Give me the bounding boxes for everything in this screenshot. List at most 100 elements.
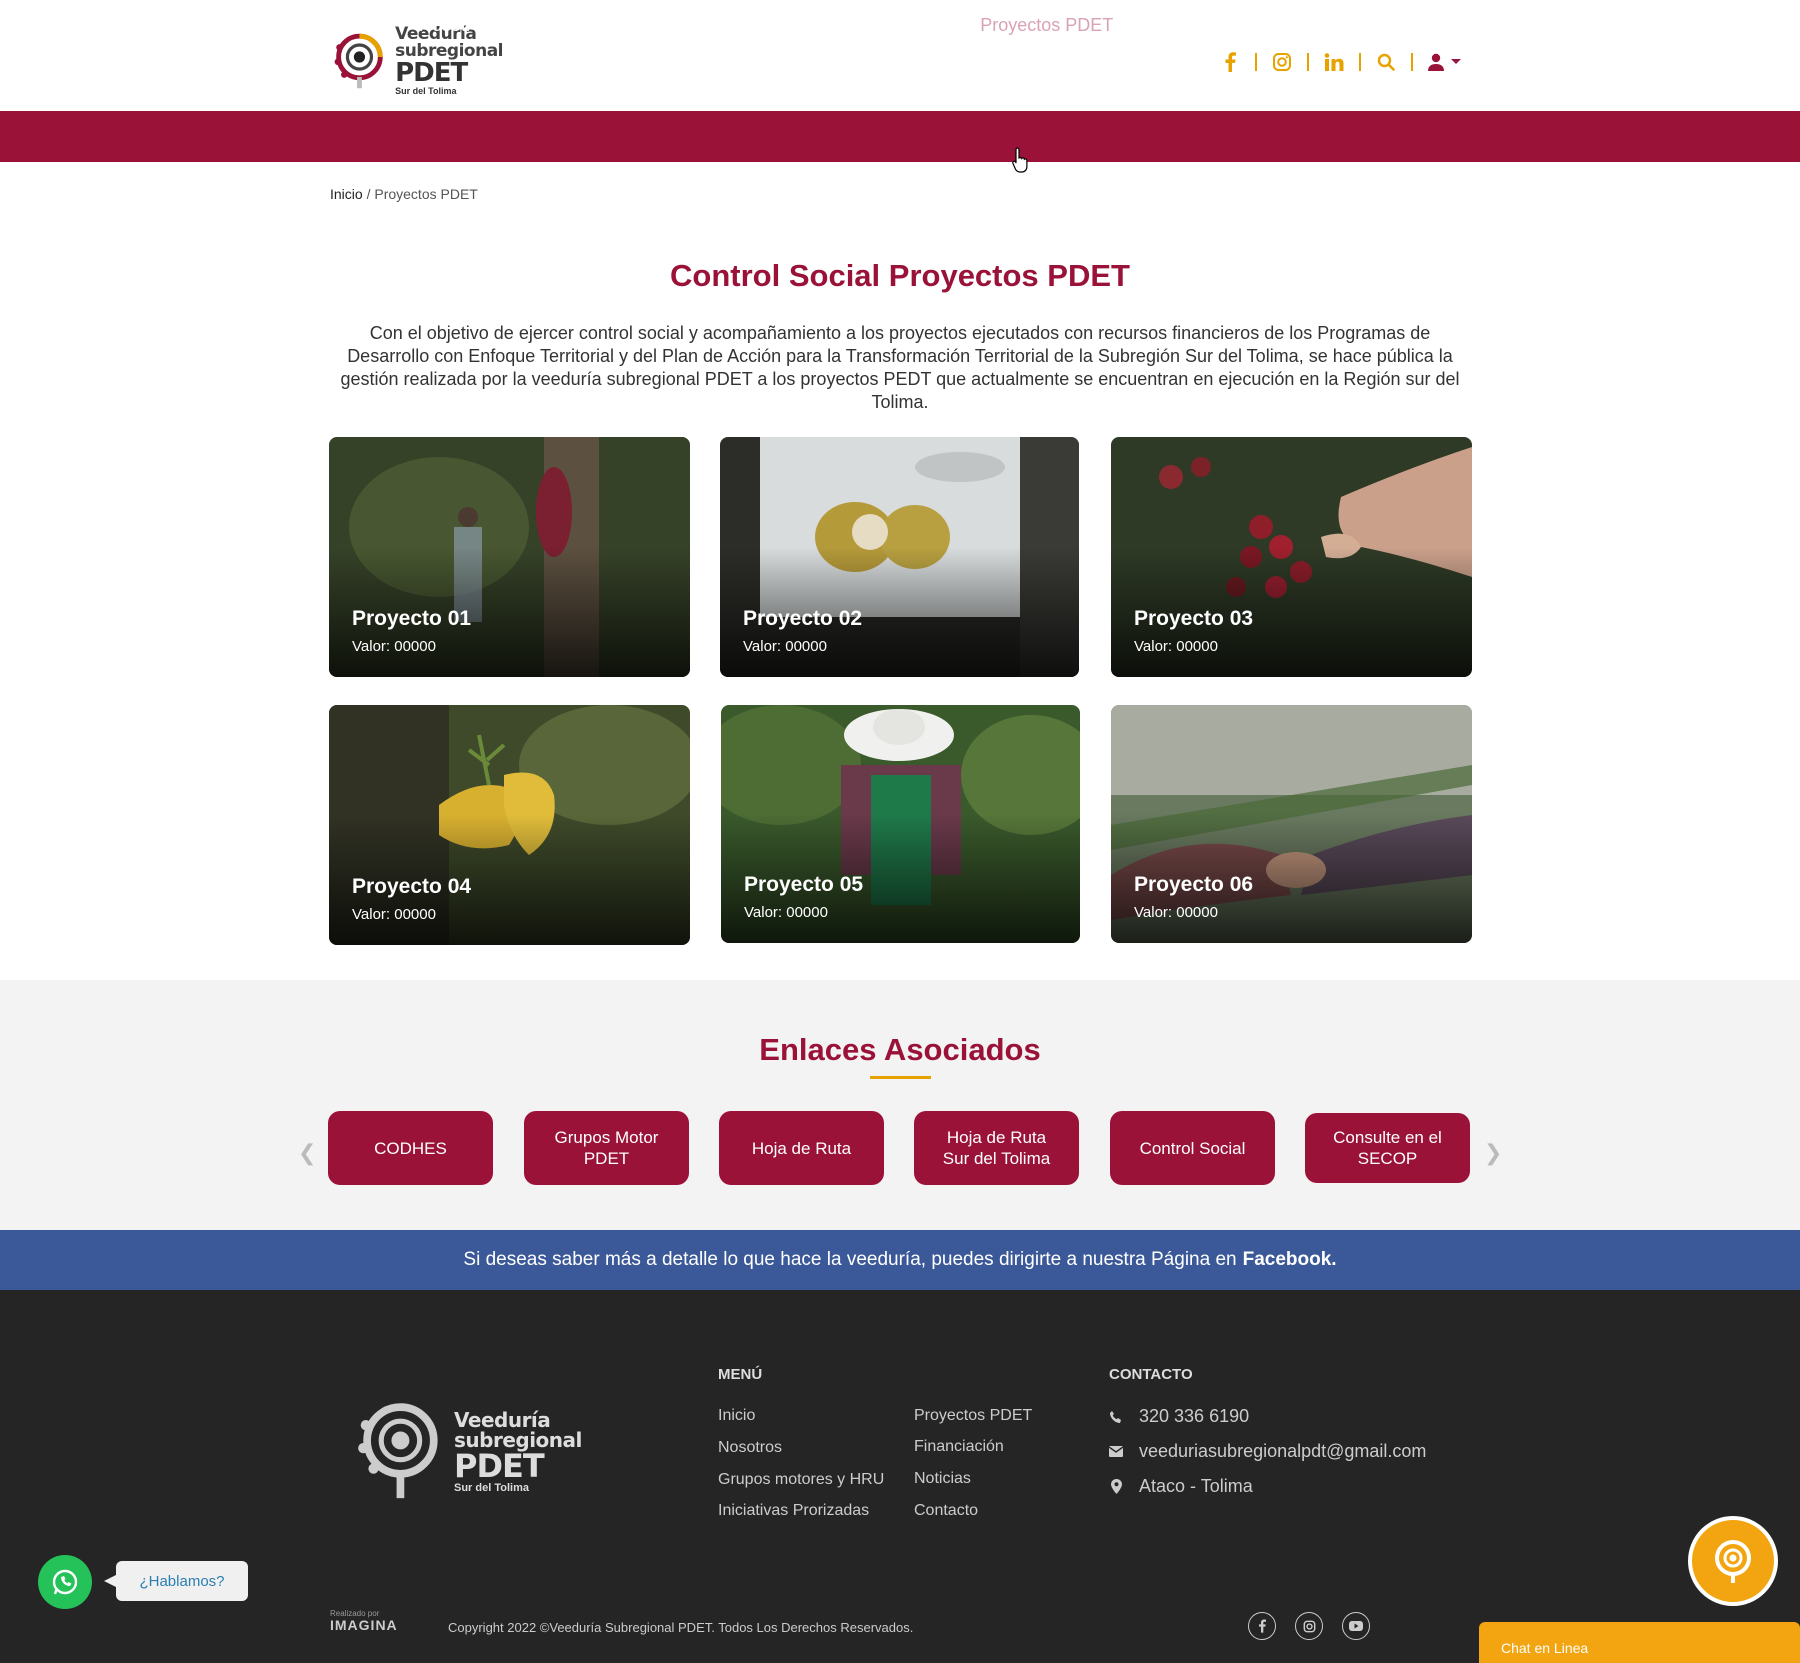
contact-email-text: veeduriasubregionalpdt@gmail.com [1139, 1441, 1427, 1461]
header-separator [1411, 53, 1413, 71]
breadcrumb-separator: / [366, 186, 371, 202]
footer-link-grupos-motores[interactable]: Grupos motores y HRU [718, 1471, 884, 1489]
footer-link-iniciativas[interactable]: Iniciativas Prorizadas [718, 1502, 869, 1520]
footer-link-noticias[interactable]: Noticias [914, 1470, 971, 1488]
site-footer: Veeduría subregional PDET Sur del Tolima… [0, 1290, 1800, 1663]
intro-paragraph: Con el objetivo de ejercer control socia… [340, 323, 1460, 412]
whatsapp-button[interactable] [38, 1555, 92, 1609]
project-value: Valor: 00000 [1134, 904, 1218, 921]
copyright: Copyright 2022 ©Veeduría Subregional PDE… [448, 1620, 914, 1635]
user-menu[interactable] [1423, 48, 1467, 76]
header-separator [1359, 53, 1361, 71]
footer-link-contacto[interactable]: Contacto [914, 1502, 978, 1520]
project-card[interactable]: Proyecto 01 Valor: 00000 [329, 437, 690, 677]
breadcrumb-current: Proyectos PDET [374, 186, 478, 202]
link-grupos-motor[interactable]: Grupos Motor PDET [524, 1111, 689, 1185]
facebook-banner: Si deseas saber más a detalle lo que hac… [0, 1230, 1800, 1290]
footer-link-nosotros[interactable]: Nosotros [718, 1439, 782, 1457]
map-pin-icon [1108, 1479, 1124, 1494]
project-card[interactable]: Proyecto 02 Valor: 00000 [720, 437, 1079, 677]
project-card[interactable]: Proyecto 04 Valor: 00000 [329, 705, 690, 945]
footer-menu-heading: MENÚ [718, 1366, 763, 1383]
facebook-banner-text: Si deseas saber más a detalle lo que hac… [463, 1249, 1237, 1270]
chat-online-bar[interactable]: Chat en Linea [1479, 1622, 1800, 1663]
search-icon[interactable] [1371, 48, 1401, 76]
footer-link-proyectos[interactable]: Proyectos PDET [914, 1407, 1032, 1425]
whatsapp-icon [52, 1569, 78, 1595]
facebook-link[interactable]: Facebook. [1243, 1249, 1337, 1271]
header-separator [1307, 53, 1309, 71]
nav-item-iniciativas[interactable]: Iniciativas Prorizadas [766, 15, 936, 36]
footer-instagram-icon[interactable] [1295, 1612, 1323, 1640]
project-card[interactable]: Proyecto 03 Valor: 00000 [1111, 437, 1472, 677]
linkedin-icon[interactable] [1319, 48, 1349, 76]
project-title: Proyecto 05 [744, 873, 864, 896]
logo-line4: Sur del Tolima [395, 86, 457, 96]
contact-location-text: Ataco - Tolima [1139, 1476, 1253, 1496]
link-hoja-de-ruta[interactable]: Hoja de Ruta [719, 1111, 884, 1185]
nav-item-nosotros[interactable]: Nosotros [419, 15, 491, 36]
enlaces-section: Enlaces Asociados ❮ CODHES Grupos Motor … [0, 980, 1800, 1230]
footer-contact-heading: CONTACTO [1109, 1366, 1193, 1383]
project-value: Valor: 00000 [743, 638, 827, 655]
link-hoja-de-ruta-sur[interactable]: Hoja de Ruta Sur del Tolima [914, 1111, 1079, 1185]
link-secop[interactable]: Consulte en el SECOP [1305, 1113, 1470, 1183]
project-title: Proyecto 01 [352, 607, 472, 630]
carousel-prev-icon[interactable]: ❮ [298, 1140, 316, 1166]
facebook-icon[interactable] [1215, 48, 1245, 76]
chatbot-logo-icon [1715, 1540, 1751, 1583]
link-codhes[interactable]: CODHES [328, 1111, 493, 1185]
whatsapp-bubble[interactable]: ¿Hablamos? [104, 1561, 248, 1601]
project-value: Valor: 00000 [352, 638, 436, 655]
project-value: Valor: 00000 [1134, 638, 1218, 655]
user-icon [1428, 53, 1444, 71]
nav-item-noticias[interactable]: Noticias [1302, 15, 1366, 36]
logo-line1: Veeduría [454, 1408, 551, 1432]
project-value: Valor: 00000 [744, 904, 828, 921]
link-control-social[interactable]: Control Social [1110, 1111, 1275, 1185]
contact-phone[interactable]: 320 336 6190 [1108, 1406, 1249, 1427]
logo-line3: PDET [454, 1447, 545, 1485]
contact-phone-text: 320 336 6190 [1139, 1406, 1250, 1426]
nav-item-grupos-motores[interactable]: Grupos motores y HRU [535, 15, 722, 36]
footer-link-financiacion[interactable]: Financiación [914, 1438, 1004, 1456]
main-nav: Inicio Nosotros Grupos motores y HRU Ini… [0, 15, 1800, 162]
logo-eye-icon [358, 1403, 438, 1499]
enlaces-title: Enlaces Asociados [759, 1032, 1041, 1067]
footer-facebook-icon[interactable] [1248, 1612, 1276, 1640]
project-value: Valor: 00000 [352, 906, 436, 923]
project-title: Proyecto 03 [1134, 607, 1254, 630]
footer-logo[interactable]: Veeduría subregional PDET Sur del Tolima [358, 1402, 582, 1502]
carousel-next-icon[interactable]: ❯ [1484, 1140, 1502, 1166]
project-title: Proyecto 04 [352, 875, 472, 898]
breadcrumb: Inicio / Proyectos PDET [330, 186, 478, 202]
footer-youtube-icon[interactable] [1342, 1612, 1370, 1640]
title-underline [870, 1076, 931, 1079]
made-by-brand: IMAGINA [330, 1617, 398, 1633]
instagram-icon[interactable] [1267, 48, 1297, 76]
footer-logo-text: Veeduría subregional PDET Sur del Tolima [454, 1410, 582, 1494]
nav-item-inicio[interactable]: Inicio [333, 15, 375, 36]
project-title: Proyecto 02 [743, 607, 863, 630]
logo-line4: Sur del Tolima [454, 1482, 529, 1494]
contact-location: Ataco - Tolima [1108, 1476, 1253, 1497]
footer-link-inicio[interactable]: Inicio [718, 1407, 755, 1425]
envelope-icon [1108, 1446, 1124, 1457]
made-by[interactable]: Realizado por IMAGINA [330, 1610, 398, 1633]
nav-item-contacto[interactable]: Contacto [1410, 15, 1482, 36]
project-card[interactable]: Proyecto 05 Valor: 00000 [721, 705, 1080, 943]
chatbot-button[interactable] [1688, 1516, 1778, 1606]
project-card[interactable]: Proyecto 06 Valor: 00000 [1111, 705, 1472, 943]
breadcrumb-home[interactable]: Inicio [330, 186, 363, 202]
project-title: Proyecto 06 [1134, 873, 1254, 896]
nav-item-financiacion[interactable]: Financiación [1157, 15, 1258, 36]
page-title: Control Social Proyectos PDET [670, 258, 1130, 293]
header-social-links [1215, 48, 1467, 76]
chevron-down-icon [1451, 59, 1461, 64]
phone-icon [1108, 1410, 1124, 1424]
contact-email[interactable]: veeduriasubregionalpdt@gmail.com [1108, 1441, 1426, 1462]
logo-line3: PDET [395, 58, 468, 88]
header-separator [1255, 53, 1257, 71]
mouse-cursor-icon [1012, 147, 1028, 173]
nav-item-proyectos-pdet[interactable]: Proyectos PDET [980, 15, 1113, 36]
